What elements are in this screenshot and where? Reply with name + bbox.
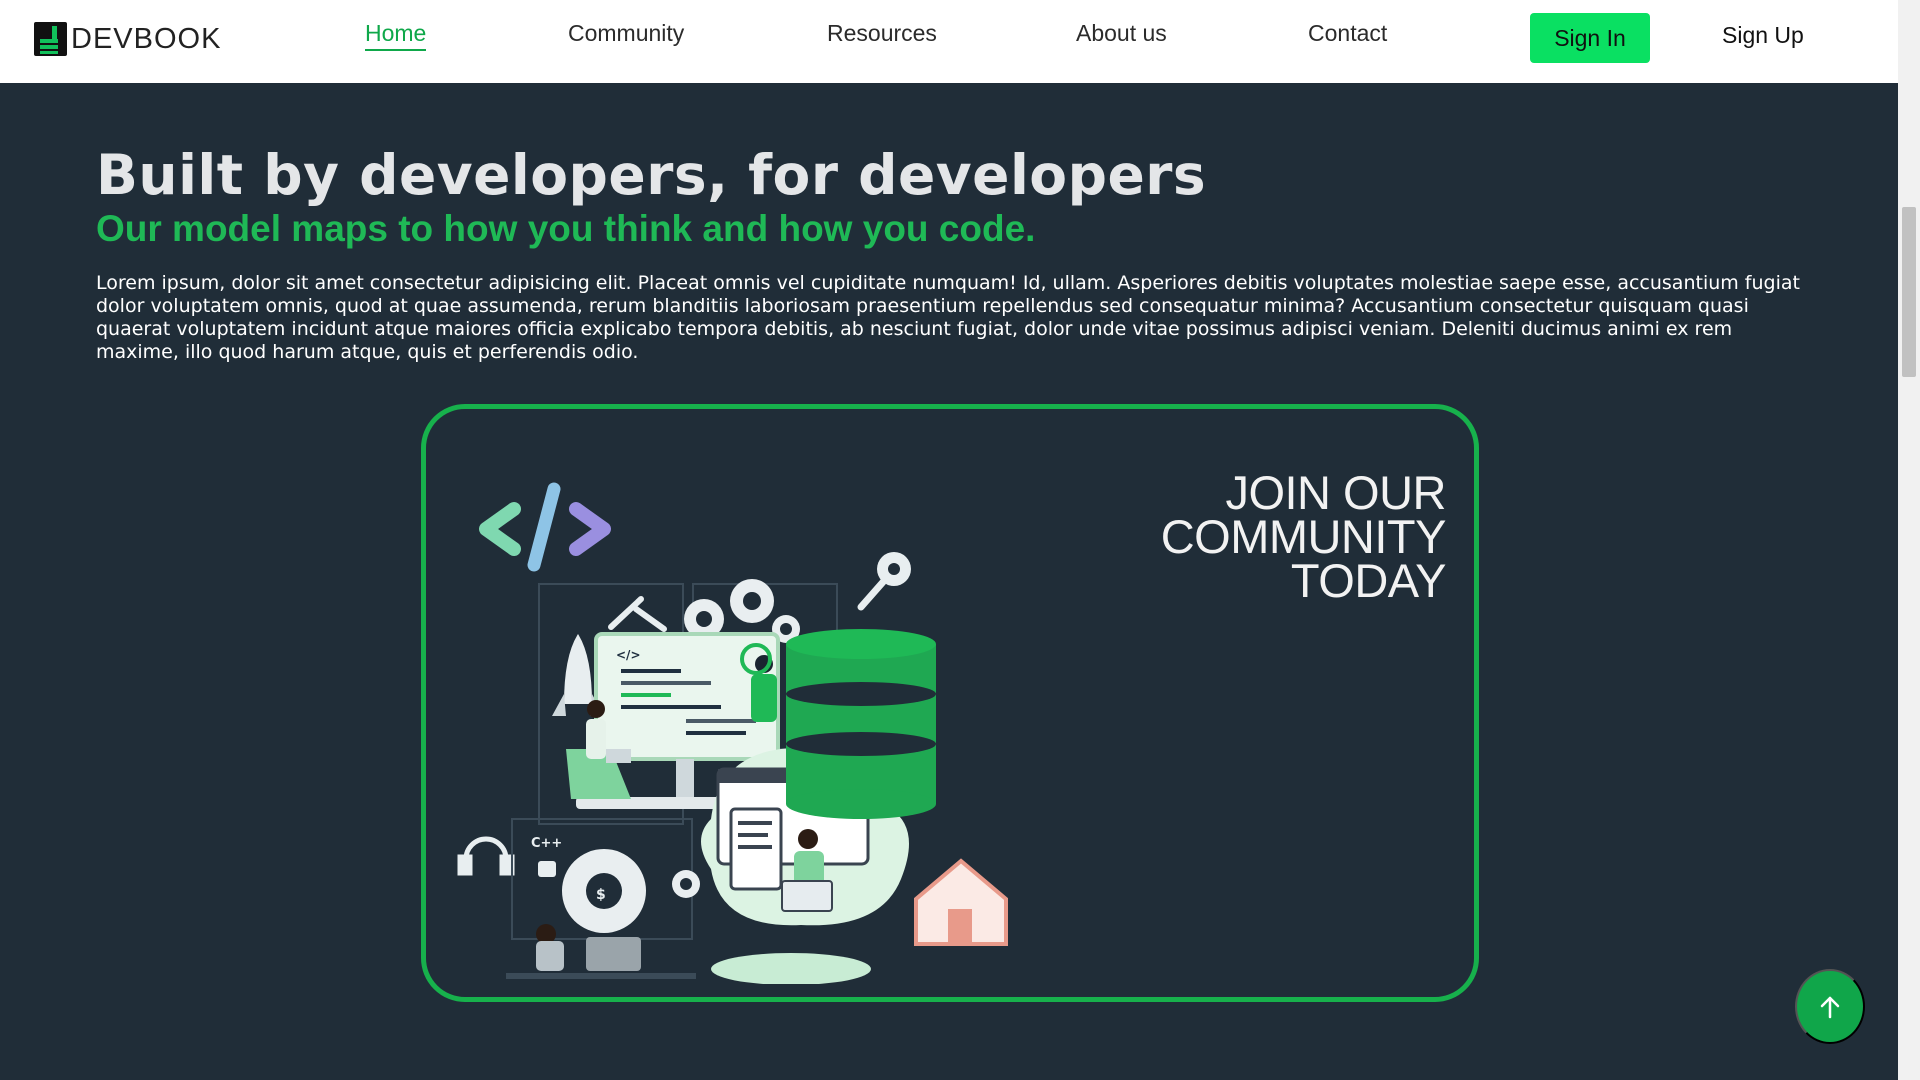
house-icon (914, 858, 1008, 946)
sign-up-link[interactable]: Sign Up (1722, 22, 1804, 49)
scrollbar-thumb[interactable] (1902, 207, 1916, 377)
community-illustration: </> C++ $ (457, 482, 1008, 984)
nav-about-us[interactable]: About us (1076, 20, 1167, 47)
brand-logo[interactable]: DEVBOOK (34, 21, 221, 57)
page-scrollbar[interactable] (1898, 0, 1920, 1080)
logo-icon (34, 22, 67, 56)
navbar: DEVBOOK Home Community Resources About u… (0, 0, 1898, 83)
key-icon (857, 552, 911, 611)
join-community-card[interactable]: </> C++ $ JOIN OUR COMMUNITY TODAY (421, 404, 1479, 1002)
svg-text:$: $ (596, 887, 606, 903)
nav-home[interactable]: Home (365, 20, 427, 51)
code-brackets-icon (479, 482, 611, 572)
join-line-3: TODAY (1290, 554, 1447, 607)
hero-title: Built by developers, for developers (96, 143, 1207, 207)
hero-subtitle: Our model maps to how you think and how … (96, 208, 1036, 249)
join-line-1: JOIN OUR (1225, 466, 1446, 519)
nav-community[interactable]: Community (568, 20, 684, 47)
sign-in-button[interactable]: Sign In (1530, 13, 1650, 63)
svg-text:C++: C++ (531, 836, 562, 851)
headset-icon (457, 836, 515, 876)
arrow-up-icon (1820, 996, 1840, 1018)
join-line-2: COMMUNITY (1160, 510, 1447, 563)
nav-contact[interactable]: Contact (1308, 20, 1387, 47)
back-to-top-button[interactable] (1795, 969, 1865, 1044)
database-icon (786, 629, 936, 819)
brand-name: DEVBOOK (71, 22, 222, 55)
hero-body: Lorem ipsum, dolor sit amet consectetur … (96, 272, 1800, 363)
nav-resources[interactable]: Resources (827, 20, 937, 47)
svg-text:</>: </> (616, 648, 641, 662)
join-community-heading: JOIN OUR COMMUNITY TODAY (1160, 466, 1447, 607)
